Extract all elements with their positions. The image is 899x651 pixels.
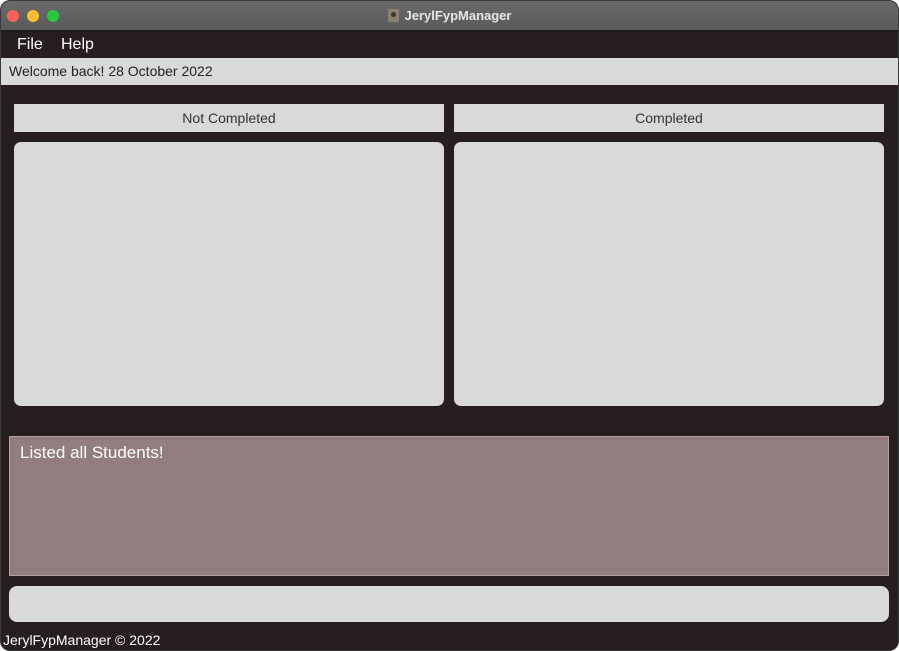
result-display: Listed all Students!	[9, 436, 889, 576]
result-message: Listed all Students!	[20, 443, 164, 462]
not-completed-list[interactable]	[14, 142, 444, 406]
title-bar[interactable]: JerylFypManager	[1, 1, 898, 31]
command-input[interactable]	[9, 586, 889, 622]
app-icon	[387, 9, 399, 22]
menu-file[interactable]: File	[17, 35, 43, 54]
app-window: JerylFypManager File Help Welcome back! …	[0, 0, 899, 651]
status-bar-footer: JerylFypManager © 2022	[3, 632, 161, 648]
window-title: JerylFypManager	[404, 8, 512, 23]
completed-header: Completed	[454, 104, 884, 132]
menu-help[interactable]: Help	[61, 35, 94, 54]
not-completed-header: Not Completed	[14, 104, 444, 132]
window-title-group: JerylFypManager	[1, 1, 898, 30]
welcome-banner: Welcome back! 28 October 2022	[1, 58, 898, 85]
menu-bar: File Help	[1, 31, 898, 58]
completed-list[interactable]	[454, 142, 884, 406]
